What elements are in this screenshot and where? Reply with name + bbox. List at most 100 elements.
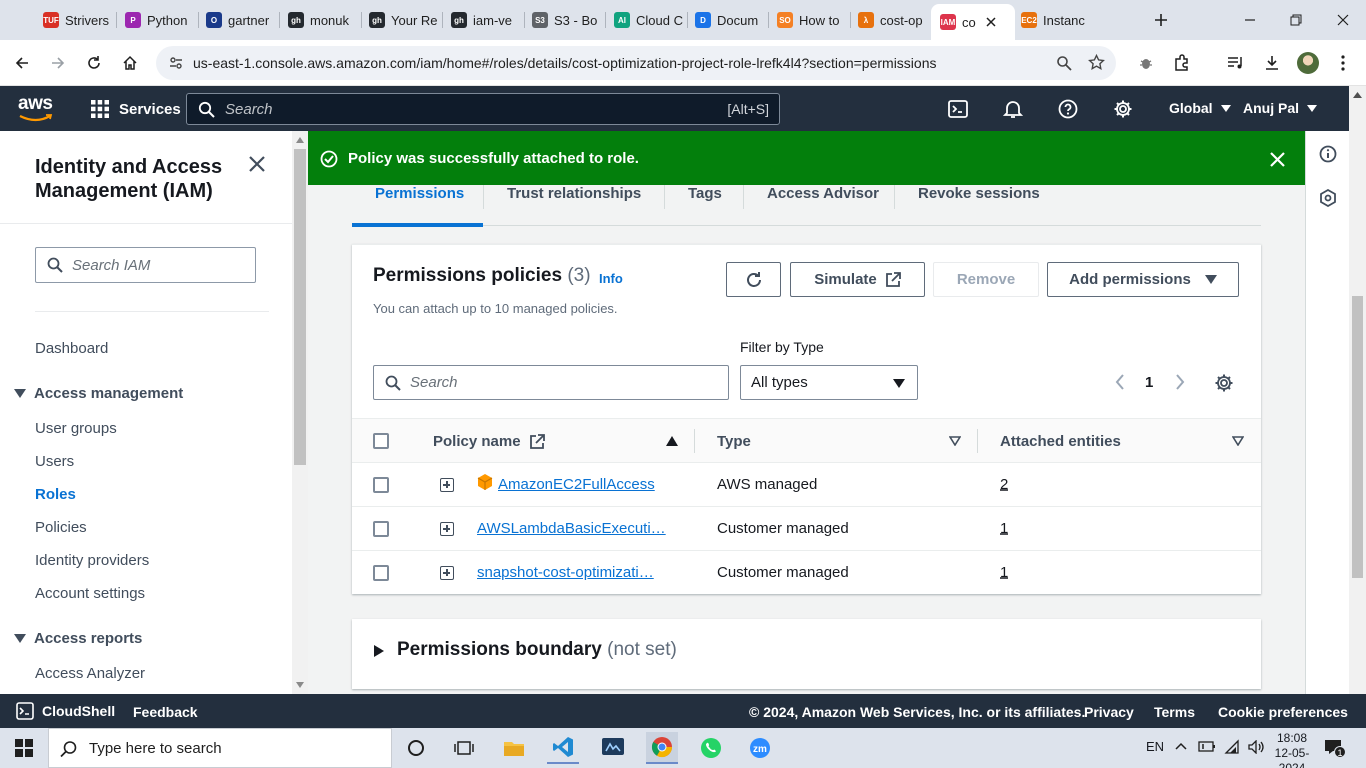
tab-trust-relationships[interactable]: Trust relationships	[507, 185, 641, 202]
browser-tab[interactable]: EC2 Instanc	[1012, 6, 1096, 34]
browser-menu-button[interactable]	[1331, 51, 1355, 75]
row-checkbox[interactable]	[373, 521, 389, 537]
column-type[interactable]: Type	[717, 433, 751, 450]
home-button[interactable]	[118, 51, 142, 75]
browser-tab[interactable]: D Docum	[686, 6, 770, 34]
file-explorer-app[interactable]	[498, 732, 530, 764]
add-permissions-button[interactable]: Add permissions	[1047, 262, 1239, 297]
feedback-link[interactable]: Feedback	[133, 704, 198, 720]
attached-entities-count[interactable]: 2	[1000, 476, 1008, 493]
extensions-button[interactable]	[1170, 51, 1194, 75]
notifications-button[interactable]	[1001, 97, 1025, 121]
whatsapp-app[interactable]	[695, 732, 727, 764]
account-menu[interactable]: Anuj Pal	[1243, 100, 1318, 116]
sidebar-item-dashboard[interactable]: Dashboard	[35, 340, 108, 357]
browser-tab[interactable]: IAM co	[931, 4, 1015, 40]
policy-link[interactable]: AmazonEC2FullAccess	[498, 476, 655, 493]
browser-tab[interactable]: Ogartner	[197, 6, 281, 34]
media-control-button[interactable]	[1224, 51, 1248, 75]
policy-link[interactable]: AWSLambdaBasicExecuti…	[477, 520, 666, 537]
refresh-button[interactable]	[726, 262, 781, 297]
profile-avatar[interactable]	[1296, 51, 1320, 75]
attached-entities-count[interactable]: 1	[1000, 564, 1008, 581]
taskbar-search-input[interactable]: Type here to search	[48, 728, 392, 768]
speaker-icon[interactable]	[1248, 740, 1264, 754]
new-tab-button[interactable]	[1149, 8, 1173, 32]
battery-icon[interactable]	[1198, 740, 1216, 754]
task-view-button[interactable]	[448, 732, 480, 764]
sidebar-scrollbar[interactable]	[292, 131, 308, 694]
start-button[interactable]	[8, 732, 40, 764]
region-selector[interactable]: Global	[1169, 100, 1231, 116]
filter-type-select[interactable]: All types	[740, 365, 918, 400]
system-clock[interactable]: 18:08 12-05-2024	[1270, 731, 1314, 768]
sidebar-item-policies[interactable]: Policies	[35, 519, 87, 536]
close-window-button[interactable]	[1331, 8, 1355, 32]
expand-row-icon[interactable]	[440, 478, 454, 492]
sort-ascending-icon[interactable]	[666, 436, 678, 446]
help-button[interactable]	[1056, 97, 1080, 121]
restore-button[interactable]	[1284, 8, 1308, 32]
extension-bug-button[interactable]	[1134, 51, 1158, 75]
column-policy-name[interactable]: Policy name	[433, 433, 545, 450]
hexagon-settings-icon[interactable]	[1319, 189, 1337, 207]
zoom-app[interactable]: zm	[744, 732, 776, 764]
sort-icon[interactable]	[1232, 436, 1244, 446]
back-button[interactable]	[10, 51, 34, 75]
simulate-button[interactable]: Simulate	[790, 262, 925, 297]
attached-entities-count[interactable]: 1	[1000, 520, 1008, 537]
info-circle-icon[interactable]	[1319, 145, 1337, 163]
sort-icon[interactable]	[949, 436, 961, 446]
language-indicator[interactable]: EN	[1146, 739, 1164, 754]
notification-center-button[interactable]: 1	[1324, 738, 1346, 758]
browser-tab[interactable]: gh iam-ve	[442, 6, 526, 34]
tab-revoke-sessions[interactable]: Revoke sessions	[918, 185, 1040, 202]
terms-link[interactable]: Terms	[1154, 704, 1195, 720]
policy-link[interactable]: snapshot-cost-optimizati…	[477, 564, 654, 581]
remove-button[interactable]: Remove	[933, 262, 1039, 297]
services-menu-button[interactable]: Services	[90, 96, 181, 122]
tab-access-advisor[interactable]: Access Advisor	[767, 185, 879, 202]
close-icon[interactable]	[1270, 152, 1285, 167]
minimize-button[interactable]	[1238, 8, 1262, 32]
prev-page-icon[interactable]	[1115, 374, 1125, 390]
sidebar-item-roles[interactable]: Roles	[35, 486, 76, 503]
omnibox[interactable]: us-east-1.console.aws.amazon.com/iam/hom…	[156, 46, 1116, 80]
info-link[interactable]: Info	[599, 271, 623, 286]
column-attached-entities[interactable]: Attached entities	[1000, 433, 1121, 450]
scrollbar-thumb[interactable]	[1352, 296, 1363, 578]
scrollbar-thumb[interactable]	[294, 149, 306, 465]
tab-permissions[interactable]: Permissions	[375, 185, 464, 202]
sidebar-item-user-groups[interactable]: User groups	[35, 420, 117, 437]
aws-logo[interactable]: aws	[18, 94, 58, 124]
chevron-up-icon[interactable]	[1175, 742, 1187, 750]
permissions-boundary-panel[interactable]: Permissions boundary (not set)	[352, 619, 1261, 689]
remote-app[interactable]	[597, 732, 629, 764]
browser-tab[interactable]: AI Cloud C	[605, 6, 689, 34]
policy-search-input[interactable]: Search	[373, 365, 729, 400]
close-tab-icon[interactable]	[986, 17, 996, 27]
bookmark-star-icon[interactable]	[1088, 54, 1105, 71]
cookie-preferences-link[interactable]: Cookie preferences	[1218, 704, 1348, 720]
row-checkbox[interactable]	[373, 565, 389, 581]
vscode-app[interactable]	[547, 732, 579, 764]
sidebar-search-input[interactable]: Search IAM	[35, 247, 256, 283]
browser-tab[interactable]: gh Your Re	[360, 6, 444, 34]
select-all-checkbox[interactable]	[373, 433, 389, 449]
browser-tab[interactable]: P Python	[116, 6, 200, 34]
sidebar-section-access-management[interactable]: Access management	[14, 385, 183, 402]
sidebar-item-account-settings[interactable]: Account settings	[35, 585, 145, 602]
downloads-button[interactable]	[1260, 51, 1284, 75]
browser-tab[interactable]: gh monuk	[279, 6, 363, 34]
page-number[interactable]: 1	[1145, 374, 1153, 391]
cortana-button[interactable]	[400, 732, 432, 764]
wifi-icon[interactable]	[1224, 739, 1240, 755]
page-scrollbar[interactable]	[1349, 86, 1366, 722]
aws-search-input[interactable]: Search [Alt+S]	[186, 93, 780, 125]
row-checkbox[interactable]	[373, 477, 389, 493]
next-page-icon[interactable]	[1175, 374, 1185, 390]
sidebar-item-identity-providers[interactable]: Identity providers	[35, 552, 149, 569]
browser-tab[interactable]: λ cost-op	[849, 6, 933, 34]
chrome-app[interactable]	[646, 732, 678, 764]
sidebar-item-access-analyzer[interactable]: Access Analyzer	[35, 665, 145, 682]
